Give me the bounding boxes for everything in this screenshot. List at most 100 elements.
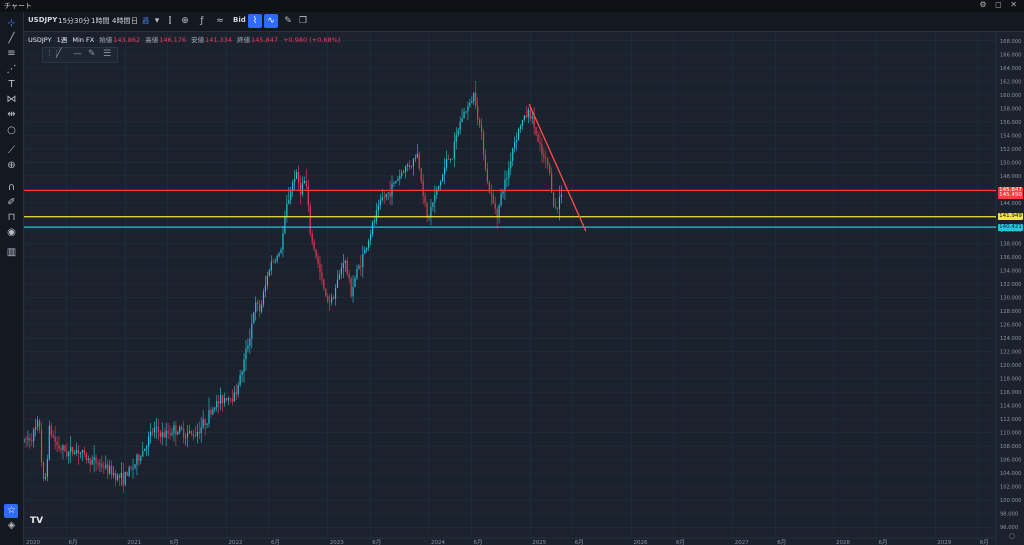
candle-body bbox=[276, 256, 278, 262]
candle-body bbox=[268, 270, 270, 276]
y-tick-label: 106.000 bbox=[1000, 458, 1021, 464]
palette-icon[interactable]: ✎ bbox=[282, 15, 294, 27]
cursor-icon[interactable]: ⊹ bbox=[0, 18, 23, 30]
candle-body bbox=[227, 397, 230, 401]
compare-icon[interactable]: ≈ bbox=[214, 15, 226, 27]
settings-lines-icon[interactable]: ☰ bbox=[103, 49, 111, 59]
candle-body bbox=[188, 431, 191, 433]
line-style-icon[interactable]: ╱ bbox=[56, 49, 61, 59]
candle-body bbox=[31, 440, 33, 442]
timeframe-1w[interactable]: 週 bbox=[142, 16, 149, 26]
candle-body bbox=[91, 460, 93, 465]
trendline-tool-icon[interactable]: ╱ bbox=[0, 33, 23, 45]
candle-body bbox=[385, 193, 387, 198]
candle-body bbox=[440, 181, 442, 186]
candle-body bbox=[463, 112, 465, 119]
symbol-selector[interactable]: USDJPY bbox=[28, 16, 57, 24]
candle-body bbox=[379, 200, 381, 206]
candle-body bbox=[97, 463, 99, 465]
y-tick-label: 96.000 bbox=[1000, 525, 1018, 531]
horizontal-lines-icon[interactable]: ≡ bbox=[0, 48, 23, 60]
magnet-icon[interactable]: ∩ bbox=[0, 182, 23, 194]
candle-body bbox=[280, 249, 282, 254]
window-titlebar: チャート ⚙ ◻ ✕ bbox=[0, 0, 1024, 12]
timeframe-1h[interactable]: 1時間 bbox=[91, 16, 109, 26]
candle-body bbox=[362, 254, 364, 268]
star-icon: ☆ bbox=[7, 505, 16, 516]
candle-body bbox=[103, 467, 105, 469]
candle-body bbox=[296, 172, 298, 180]
timeframe-15m[interactable]: 15分 bbox=[58, 16, 74, 26]
x-tick-label: 6月 bbox=[271, 539, 280, 545]
candle-body bbox=[225, 398, 228, 401]
window-controls[interactable]: ⚙ ◻ ✕ bbox=[979, 0, 1020, 9]
drawing-toolbar: ⊹ ╱ ≡ ⋰ T ⋈ ⇹ ○ ⟋ ⊕ ∩ ✐ ⊓ ◉ ▥ ☆ ◈ bbox=[0, 12, 24, 545]
candle-body bbox=[389, 192, 391, 197]
timeframe-30m[interactable]: 30分 bbox=[74, 16, 90, 26]
candle-body bbox=[25, 439, 27, 441]
trash-icon[interactable]: ▥ bbox=[0, 247, 23, 259]
eye-icon[interactable]: ◉ bbox=[0, 227, 23, 239]
price-chart[interactable]: 96.000 98.000 100.000 102.000 104.000 106.000… bbox=[24, 31, 1024, 545]
candle-body bbox=[447, 159, 450, 160]
pen-icon[interactable]: ✎ bbox=[88, 49, 96, 59]
candle-body bbox=[541, 144, 543, 155]
pitchfork-icon[interactable]: ⋰ bbox=[0, 64, 23, 76]
candle-body bbox=[60, 448, 62, 450]
y-tick-label: 134.000 bbox=[1000, 268, 1021, 274]
ruler-icon[interactable]: ⟋ bbox=[0, 145, 23, 157]
candle-type-icon[interactable]: ⫿ bbox=[164, 15, 176, 27]
candle-body bbox=[284, 216, 286, 234]
measure-tool-icon[interactable]: ⇹ bbox=[0, 109, 23, 121]
add-indicator-icon[interactable]: ⊕ bbox=[179, 15, 191, 27]
axis-settings-icon[interactable]: ○ bbox=[1009, 532, 1015, 540]
candle-body bbox=[146, 446, 148, 449]
candle-body bbox=[523, 115, 525, 121]
candle-body bbox=[416, 153, 418, 158]
candle-body bbox=[527, 109, 529, 118]
candle-body bbox=[406, 164, 409, 167]
candle-body bbox=[222, 395, 224, 403]
candle-body bbox=[87, 458, 89, 460]
x-tick-label: 2021 bbox=[127, 540, 141, 545]
timeframe-4h[interactable]: 4時間 bbox=[112, 16, 130, 26]
candle-body bbox=[62, 445, 64, 450]
pencil-lock-icon[interactable]: ✐ bbox=[0, 197, 23, 209]
candle-body bbox=[292, 182, 294, 192]
y-tick-label: 112.000 bbox=[1000, 417, 1021, 423]
layers-icon[interactable]: ◈ bbox=[0, 520, 23, 532]
lock-icon[interactable]: ⊓ bbox=[0, 212, 23, 224]
indicators-icon[interactable]: ƒ bbox=[196, 15, 208, 27]
candle-body bbox=[220, 395, 222, 404]
y-tick-label: 114.000 bbox=[1000, 404, 1021, 410]
candle-body bbox=[301, 183, 304, 195]
chevron-down-icon[interactable]: ▾ bbox=[151, 15, 163, 27]
text-tool-icon[interactable]: T bbox=[0, 79, 23, 91]
candle-body bbox=[560, 194, 562, 198]
candle-body bbox=[500, 193, 502, 206]
timeframe-1d[interactable]: 日 bbox=[131, 16, 138, 26]
candle-body bbox=[148, 436, 150, 447]
circle-icon[interactable]: ○ bbox=[0, 125, 23, 137]
candle-body bbox=[105, 464, 107, 469]
candle-body bbox=[342, 263, 344, 268]
candle-body bbox=[393, 182, 395, 184]
y-tick-label: 164.000 bbox=[1000, 66, 1021, 72]
pattern-tool-icon[interactable]: ⋈ bbox=[0, 94, 23, 106]
candle-body bbox=[517, 128, 520, 140]
line-width-icon[interactable]: — bbox=[73, 49, 82, 59]
candle-body bbox=[288, 200, 290, 204]
zoom-in-icon[interactable]: ⊕ bbox=[0, 160, 23, 172]
copy-icon[interactable]: ❐ bbox=[297, 15, 309, 27]
candle-body bbox=[48, 425, 50, 460]
candle-body bbox=[514, 141, 516, 149]
candle-body bbox=[426, 203, 428, 218]
y-tick-label: 130.000 bbox=[1000, 296, 1021, 302]
candle-body bbox=[206, 423, 208, 425]
candle-body bbox=[241, 372, 243, 376]
y-tick-label: 136.000 bbox=[1000, 255, 1021, 261]
candle-body bbox=[44, 476, 47, 479]
y-tick-label: 124.000 bbox=[1000, 336, 1021, 342]
bid-button[interactable]: Bid bbox=[233, 16, 246, 24]
candle-body bbox=[24, 439, 25, 443]
